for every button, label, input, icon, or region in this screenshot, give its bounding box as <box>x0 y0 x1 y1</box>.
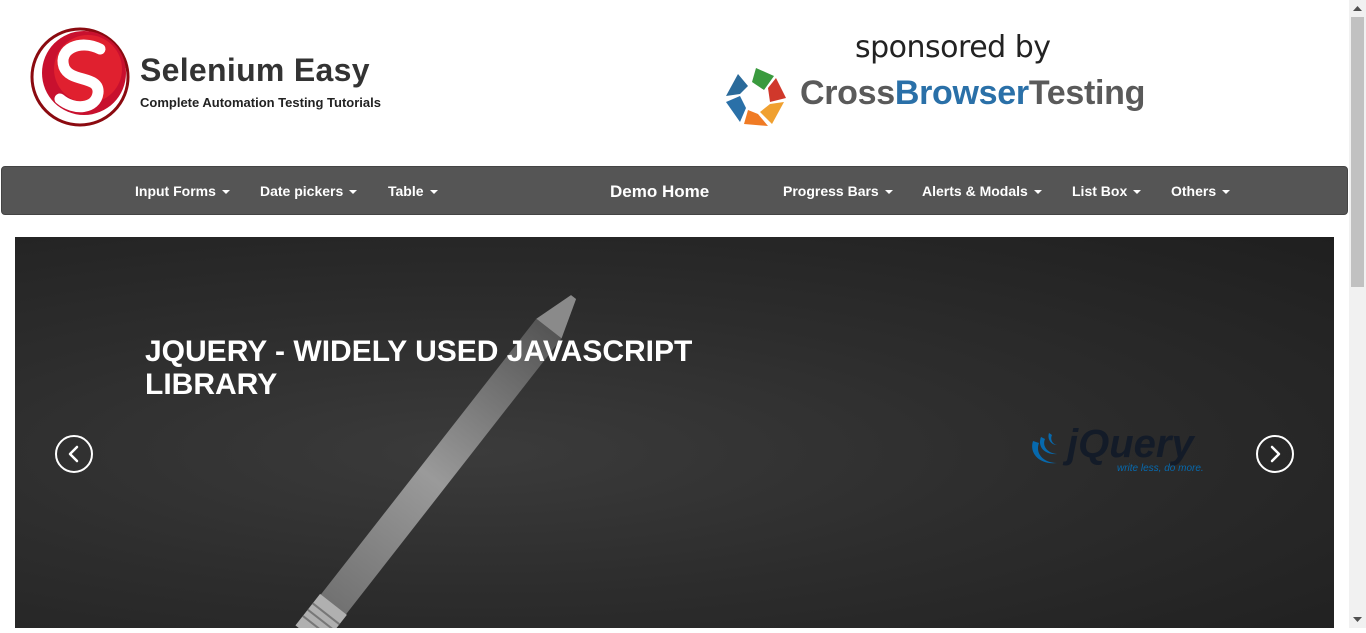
nav-label: Demo Home <box>610 182 710 201</box>
caret-down-icon <box>1033 190 1042 195</box>
selenium-easy-logo[interactable] <box>30 27 130 127</box>
main-navbar: Input Forms Date pickers Table Demo Home… <box>1 166 1348 215</box>
nav-label: Table <box>388 183 424 199</box>
jquery-logo-text: jQuery <box>1062 423 1195 466</box>
caret-down-icon <box>429 190 438 195</box>
nav-label: Alerts & Modals <box>922 183 1028 199</box>
sponsor-name-part: Cross <box>800 74 895 112</box>
scroll-down-arrow-icon[interactable] <box>1349 611 1366 628</box>
nav-progress-bars[interactable]: Progress Bars <box>783 167 893 216</box>
nav-label: Input Forms <box>135 183 216 199</box>
sponsor-name-part: Browser <box>894 74 1029 112</box>
jquery-logo: jQuery write less, do more. <box>1029 422 1229 475</box>
caret-down-icon <box>349 190 358 195</box>
scroll-up-arrow-icon[interactable] <box>1349 0 1366 17</box>
nav-date-pickers[interactable]: Date pickers <box>260 167 358 216</box>
crossbrowsertesting-logo-icon[interactable] <box>724 66 788 128</box>
nav-demo-home[interactable]: Demo Home <box>610 167 709 216</box>
page-scrollbar[interactable] <box>1349 0 1366 628</box>
carousel-next-button[interactable] <box>1256 435 1294 473</box>
nav-label: Progress Bars <box>783 183 879 199</box>
scroll-thumb[interactable] <box>1351 17 1364 287</box>
brand-subtitle: Complete Automation Testing Tutorials <box>140 95 381 110</box>
chevron-right-icon <box>1270 445 1281 463</box>
nav-label: List Box <box>1072 183 1128 199</box>
nav-input-forms[interactable]: Input Forms <box>135 167 230 216</box>
sponsored-label: sponsored by <box>855 30 1051 65</box>
jquery-logo-tagline: write less, do more. <box>1117 463 1204 474</box>
sponsor-name[interactable]: CrossBrowserTesting <box>800 74 1145 113</box>
caret-down-icon <box>221 190 230 195</box>
caret-down-icon <box>1222 190 1231 195</box>
nav-list-box[interactable]: List Box <box>1072 167 1142 216</box>
nav-alerts-modals[interactable]: Alerts & Modals <box>922 167 1042 216</box>
nav-table[interactable]: Table <box>388 167 438 216</box>
carousel-prev-button[interactable] <box>55 435 93 473</box>
nav-others[interactable]: Others <box>1171 167 1231 216</box>
brand-title: Selenium Easy <box>140 52 370 88</box>
sponsor-name-part: Testing <box>1028 74 1146 112</box>
slide-title: JQUERY - WIDELY USED JAVASCRIPT LIBRARY <box>145 335 693 401</box>
nav-label: Date pickers <box>260 183 344 199</box>
caret-down-icon <box>1133 190 1142 195</box>
caret-down-icon <box>884 190 893 195</box>
chevron-left-icon <box>68 445 79 463</box>
hero-carousel[interactable]: JQUERY - WIDELY USED JAVASCRIPT LIBRARY … <box>15 237 1334 628</box>
nav-label: Others <box>1171 183 1217 199</box>
